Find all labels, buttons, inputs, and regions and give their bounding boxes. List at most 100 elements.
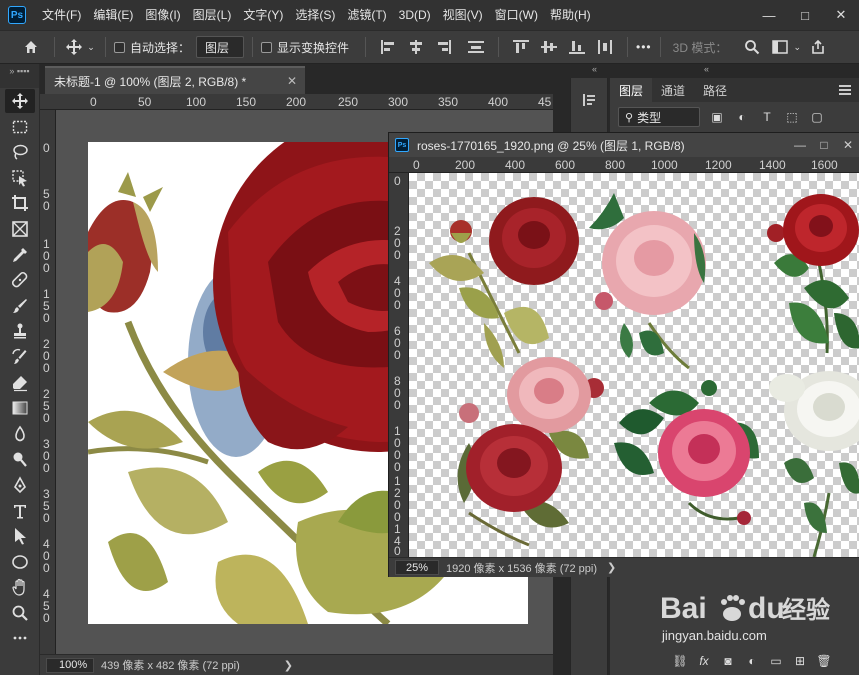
status-menu-arrow[interactable]: ❯ xyxy=(284,659,293,672)
align-top-icon[interactable] xyxy=(512,39,530,55)
zoom-tool-icon[interactable] xyxy=(5,601,35,625)
ellipse-tool-icon[interactable] xyxy=(5,550,35,574)
align-right-icon[interactable] xyxy=(435,39,453,55)
vertical-ruler[interactable]: 0 2 0 0 4 0 0 6 0 0 8 0 0 1 0 0 0 1 2 0 … xyxy=(389,173,409,557)
tools-collapse-handle[interactable]: » ▪▪▪▪ xyxy=(0,64,40,88)
blur-tool-icon[interactable] xyxy=(5,422,35,446)
close-icon[interactable]: ✕ xyxy=(287,74,297,88)
crop-tool-icon[interactable] xyxy=(5,191,35,215)
floating-window-controls: — □ ✕ xyxy=(788,138,859,152)
horizontal-ruler[interactable]: 0 200 400 600 800 1000 1200 1400 1600 xyxy=(389,157,859,173)
search-icon[interactable] xyxy=(741,36,763,58)
zoom-level-field[interactable]: 100% xyxy=(46,657,94,673)
menu-window[interactable]: 窗口(W) xyxy=(489,0,544,30)
layers-footer: ⛓ fx ◙ ◐ ▭ ⊞ 🗑 xyxy=(610,647,859,675)
align-center-horizontal-icon[interactable] xyxy=(407,39,425,55)
history-panel-icon[interactable] xyxy=(578,88,602,112)
menu-select[interactable]: 选择(S) xyxy=(289,0,341,30)
auto-select-checkbox[interactable] xyxy=(114,41,125,53)
more-options-icon[interactable]: ••• xyxy=(636,40,652,54)
share-icon[interactable] xyxy=(807,36,829,58)
maximize-button[interactable]: □ xyxy=(787,0,823,30)
distribute-vertical-icon[interactable] xyxy=(467,39,485,55)
marquee-tool-icon[interactable] xyxy=(5,115,35,139)
minimize-button[interactable]: — xyxy=(788,138,812,152)
eraser-tool-icon[interactable] xyxy=(5,371,35,395)
ruler-label: 1600 xyxy=(811,158,838,172)
filter-type-icon[interactable]: T xyxy=(759,110,775,124)
link-layers-icon[interactable]: ⛓ xyxy=(672,654,687,668)
ruler-label: 0 xyxy=(394,248,401,262)
chevron-down-icon[interactable]: ⌄ xyxy=(85,36,97,58)
lasso-tool-icon[interactable] xyxy=(5,140,35,164)
show-transform-checkbox[interactable] xyxy=(261,41,273,53)
new-layer-icon[interactable]: ⊞ xyxy=(793,654,807,668)
filter-pixel-icon[interactable]: ▣ xyxy=(709,110,725,124)
menu-file[interactable]: 文件(F) xyxy=(36,0,87,30)
ruler-label: 0 xyxy=(43,141,50,155)
ruler-label: 0 xyxy=(43,261,50,275)
menu-edit[interactable]: 编辑(E) xyxy=(87,0,139,30)
close-button[interactable]: ✕ xyxy=(836,138,859,152)
menu-type[interactable]: 文字(Y) xyxy=(237,0,289,30)
auto-select-target-dropdown[interactable]: 图层 xyxy=(196,36,245,58)
floating-window-titlebar[interactable]: Ps roses-1770165_1920.png @ 25% (图层 1, R… xyxy=(389,133,859,157)
pen-tool-icon[interactable] xyxy=(5,473,35,497)
delete-layer-icon[interactable]: 🗑 xyxy=(816,654,831,668)
adjustment-layer-icon[interactable]: ◐ xyxy=(745,654,759,668)
filter-adjustment-icon[interactable]: ◐ xyxy=(734,110,750,124)
menu-3d[interactable]: 3D(D) xyxy=(393,0,437,30)
menu-view[interactable]: 视图(V) xyxy=(437,0,489,30)
maximize-button[interactable]: □ xyxy=(812,138,836,152)
home-icon[interactable] xyxy=(20,36,42,58)
new-group-icon[interactable]: ▭ xyxy=(769,654,783,668)
minimize-button[interactable]: — xyxy=(751,0,787,30)
menu-layer[interactable]: 图层(L) xyxy=(187,0,238,30)
brush-tool-icon[interactable] xyxy=(5,294,35,318)
history-brush-tool-icon[interactable] xyxy=(5,345,35,369)
status-menu-arrow[interactable]: ❯ xyxy=(607,561,616,574)
hand-tool-icon[interactable] xyxy=(5,575,35,599)
transparent-document-canvas[interactable] xyxy=(409,173,859,557)
panel-menu-icon[interactable] xyxy=(839,85,851,95)
layer-filter-dropdown[interactable]: ⚲ 类型 xyxy=(618,107,700,127)
filter-shape-icon[interactable]: ⬚ xyxy=(784,110,800,124)
add-mask-icon[interactable]: ◙ xyxy=(721,654,735,668)
floating-document-window[interactable]: Ps roses-1770165_1920.png @ 25% (图层 1, R… xyxy=(388,132,859,577)
more-tools-icon[interactable] xyxy=(5,626,35,650)
frame-tool-icon[interactable] xyxy=(5,217,35,241)
tab-channels[interactable]: 通道 xyxy=(652,78,694,102)
dodge-tool-icon[interactable] xyxy=(5,447,35,471)
object-selection-tool-icon[interactable] xyxy=(5,166,35,190)
collapse-icon[interactable]: « xyxy=(592,64,597,74)
healing-brush-tool-icon[interactable] xyxy=(5,268,35,292)
zoom-level-field[interactable]: 25% xyxy=(395,560,439,575)
align-left-icon[interactable] xyxy=(379,39,397,55)
ruler-label: 50 xyxy=(138,95,152,109)
filter-smart-object-icon[interactable]: ▢ xyxy=(809,110,825,124)
photoshop-logo[interactable]: Ps xyxy=(8,6,26,24)
close-button[interactable]: ✕ xyxy=(823,0,859,30)
chevron-down-icon[interactable]: ⌄ xyxy=(791,36,803,58)
tab-paths[interactable]: 路径 xyxy=(694,78,736,102)
gradient-tool-icon[interactable] xyxy=(5,396,35,420)
fx-icon[interactable]: fx xyxy=(697,654,711,668)
horizontal-ruler[interactable]: 0 50 100 150 200 250 300 350 400 45 xyxy=(40,94,553,110)
distribute-horizontal-icon[interactable] xyxy=(596,39,614,55)
type-tool-icon[interactable] xyxy=(5,499,35,523)
move-tool-icon[interactable] xyxy=(5,89,35,113)
menu-help[interactable]: 帮助(H) xyxy=(544,0,597,30)
tab-layers[interactable]: 图层 xyxy=(610,78,653,102)
workspace-icon[interactable] xyxy=(769,36,791,58)
align-middle-vertical-icon[interactable] xyxy=(540,39,558,55)
menu-image[interactable]: 图像(I) xyxy=(139,0,186,30)
path-selection-tool-icon[interactable] xyxy=(5,524,35,548)
move-tool-icon[interactable] xyxy=(63,36,85,58)
clone-stamp-tool-icon[interactable] xyxy=(5,319,35,343)
eyedropper-tool-icon[interactable] xyxy=(5,243,35,267)
menu-filter[interactable]: 滤镜(T) xyxy=(341,0,392,30)
vertical-ruler[interactable]: 0 5 0 1 0 0 1 5 0 2 0 0 2 5 0 3 0 0 3 5 … xyxy=(40,110,56,654)
document-tab[interactable]: 未标题-1 @ 100% (图层 2, RGB/8) * ✕ xyxy=(45,66,305,94)
align-bottom-icon[interactable] xyxy=(568,39,586,55)
collapse-icon[interactable]: « xyxy=(704,64,709,74)
